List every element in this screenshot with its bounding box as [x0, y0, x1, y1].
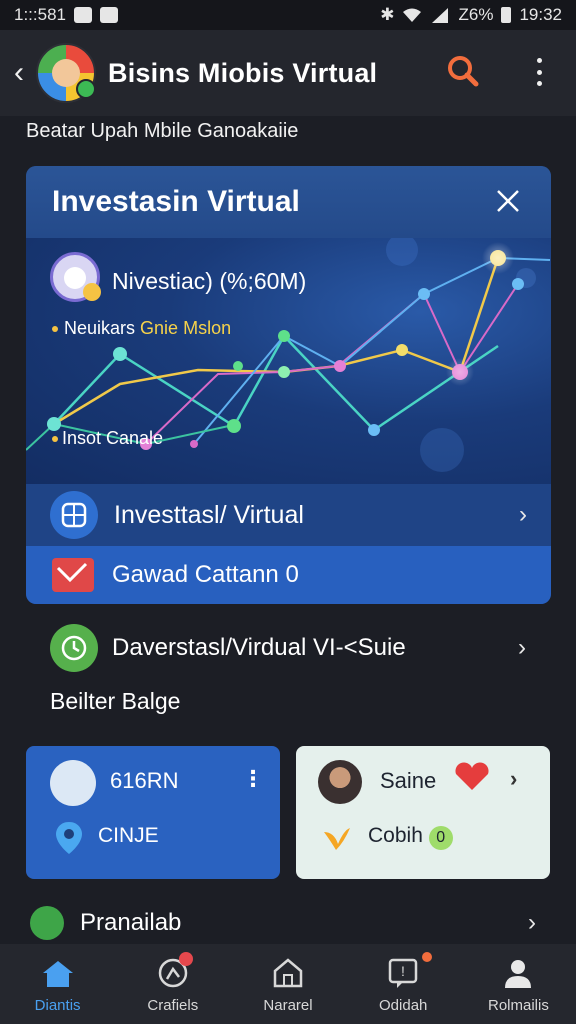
location-pin-icon [56, 822, 82, 854]
bluetooth-icon: ✱ [380, 5, 395, 24]
diversify-row[interactable]: Daverstasl/Virdual VI-<Suie › [50, 620, 550, 676]
tile-a-more-icon[interactable]: ⋮ [242, 766, 264, 792]
gawad-suffix: 0 [285, 561, 299, 588]
tile-saine[interactable]: Saine › Cobih 0 [296, 746, 550, 879]
assistant-avatar-icon [50, 252, 101, 302]
status-bar: 1:::581 ✱ Z6% 19:32 [0, 0, 576, 30]
nav-label-crafiels: Crafiels [147, 997, 199, 1014]
close-icon[interactable] [495, 188, 521, 214]
chart-legend-top: Neuikars Gnie Mslon [52, 318, 231, 339]
nav-label-profile: Rolmailis [487, 997, 549, 1014]
legend-bottom-label: Insot Canale [62, 428, 164, 448]
chevron-right-icon: › [519, 501, 527, 528]
gawad-row[interactable]: Gawad Cattann 0 [26, 546, 551, 604]
bottom-nav: Diantis Crafiels Nararel ! Odidah Rolmai… [0, 944, 576, 1024]
assistant-label: Nivestiac) (%;60M) [112, 268, 307, 294]
legend-prefix: Neuikars [64, 318, 136, 338]
clock-icon [50, 624, 98, 672]
page-subtitle: Beatar Upah Mbile Ganoakaiie [26, 120, 299, 142]
invest-virtual-label: Investtasl/ Virtual [114, 500, 304, 529]
cloud-icon [100, 7, 118, 23]
user-icon [505, 960, 532, 988]
tile-b-more-icon[interactable]: › [510, 766, 517, 792]
house-outline-icon [273, 958, 303, 988]
grid-app-icon [50, 491, 98, 539]
card-title: Investasin Virtual [52, 185, 300, 218]
tree-icon [30, 906, 64, 940]
more-menu-button[interactable] [528, 54, 550, 90]
tile-b-title: Saine [380, 768, 437, 793]
wifi-icon [403, 8, 422, 22]
battery-icon [501, 7, 512, 23]
nav-item-nararel[interactable]: Nararel [230, 944, 345, 1024]
investment-card: Investasin Virtual Nivestiac) (%;60M) Ne… [26, 166, 551, 604]
nav-item-crafiels[interactable]: Crafiels [115, 944, 230, 1024]
section-title: Beilter Balge [50, 688, 181, 714]
notification-badge-icon [179, 952, 194, 966]
chevron-right-icon: › [518, 634, 526, 661]
bird-icon [324, 828, 350, 850]
network-chart: Nivestiac) (%;60M) Neuikars Gnie Mslon I… [26, 238, 551, 484]
tile-b-badge: 0 [428, 826, 453, 850]
nav-item-home[interactable]: Diantis [0, 944, 115, 1024]
svg-text:!: ! [401, 963, 405, 979]
nav-item-profile[interactable]: Rolmailis [461, 944, 576, 1024]
nav-label-home: Diantis [34, 997, 81, 1014]
tile-616rn[interactable]: 616RN ⋮ CINJE [26, 746, 280, 879]
back-button[interactable]: ‹ [4, 56, 34, 90]
tile-b-subtitle: Cobih 0 [368, 824, 453, 850]
app-title: Bisins Miobis Virtual [108, 57, 378, 88]
nav-item-odidah[interactable]: ! Odidah [346, 944, 461, 1024]
avatar-badge-icon [76, 79, 96, 99]
status-time-right: 19:32 [519, 5, 562, 24]
status-time-left: 1:::581 [14, 5, 66, 24]
nav-label-nararel: Nararel [263, 997, 313, 1014]
pranailab-label: Pranailab [80, 909, 182, 936]
nav-label-odidah: Odidah [379, 997, 428, 1014]
gawad-text: Gawad Cattann [112, 561, 279, 588]
tile-b-subtitle-text: Cobih [368, 824, 423, 847]
pranailab-row[interactable]: Pranailab › [30, 896, 550, 950]
home-icon [42, 961, 73, 987]
user-avatar [318, 760, 362, 804]
chevron-right-icon: › [528, 909, 536, 936]
card-header: Investasin Virtual [26, 166, 551, 238]
diversify-label: Daverstasl/Virdual VI-<Suie [112, 634, 406, 661]
message-icon: ! [388, 958, 418, 988]
notification-icon [74, 7, 92, 23]
heart-icon[interactable] [452, 762, 492, 792]
search-icon[interactable] [446, 54, 480, 88]
battery-level: Z6% [458, 5, 494, 24]
app-bar: ‹ Bisins Miobis Virtual [0, 30, 576, 116]
tile-a-subtitle: CINJE [98, 824, 159, 847]
calendar-icon [50, 760, 96, 806]
chart-legend-bottom: Insot Canale [52, 428, 163, 449]
gawad-label: Gawad Cattann 0 [112, 561, 299, 589]
profile-avatar[interactable] [36, 43, 96, 103]
tile-a-title: 616RN [110, 768, 179, 793]
app-screen: 1:::581 ✱ Z6% 19:32 ‹ Bisins Miobis Virt… [0, 0, 576, 1024]
alert-badge-icon [421, 952, 432, 962]
mail-icon [52, 558, 94, 592]
legend-highlight: Gnie Mslon [140, 318, 232, 338]
invest-virtual-row[interactable]: Investtasl/ Virtual › [26, 484, 551, 546]
signal-icon [432, 8, 449, 23]
